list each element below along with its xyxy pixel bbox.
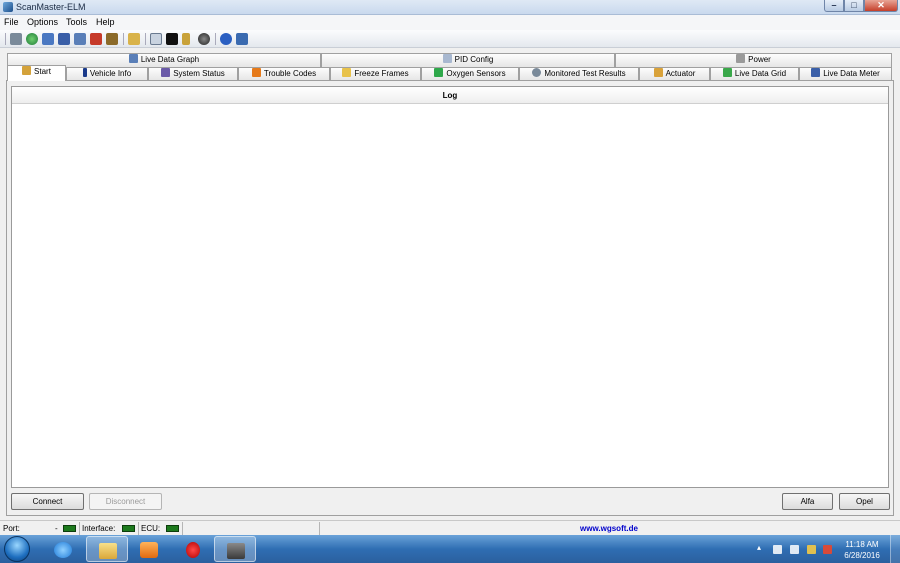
taskbar-file-explorer[interactable] (86, 536, 128, 562)
status-divider (138, 522, 139, 535)
fuel-icon[interactable] (182, 33, 190, 45)
menu-options[interactable]: Options (27, 17, 58, 27)
chart-icon (128, 54, 138, 63)
port-label: Port: (3, 524, 20, 533)
gear-icon (532, 68, 542, 77)
app-icon (3, 2, 13, 12)
monitor-icon (161, 68, 171, 77)
title-bar[interactable]: ScanMaster-ELM – □ ✕ (0, 0, 900, 15)
tab-start[interactable]: Start (7, 65, 66, 81)
show-desktop-button[interactable] (890, 535, 900, 563)
media-player-icon (140, 542, 158, 558)
taskbar-media-player[interactable] (128, 536, 170, 562)
ecu-label: ECU: (141, 524, 161, 533)
menu-file[interactable]: File (4, 17, 19, 27)
tab-pid-config[interactable]: PID Config (321, 53, 615, 67)
warning-icon (251, 68, 261, 77)
file-explorer-icon (99, 543, 117, 559)
scanmaster-icon (227, 543, 245, 559)
port-status-led (63, 525, 76, 532)
interface-label: Interface: (82, 524, 116, 533)
tab-freeze-frames[interactable]: Freeze Frames (330, 67, 421, 80)
actuator-icon (653, 68, 663, 77)
clipboard-icon[interactable] (128, 33, 140, 45)
chat-icon[interactable] (150, 33, 162, 45)
info-icon (82, 68, 87, 77)
pencil-icon (736, 54, 746, 63)
info-icon[interactable] (220, 33, 232, 45)
tray-device-icon[interactable] (773, 545, 782, 554)
menu-bar: File Options Tools Help (0, 15, 900, 30)
gear-icon[interactable] (106, 33, 118, 45)
network-icon[interactable] (807, 545, 816, 554)
tray-expand-icon[interactable]: ▴ (757, 543, 766, 552)
tab-trouble-codes[interactable]: Trouble Codes (238, 67, 330, 80)
toolbar-separator (145, 33, 146, 45)
window-title: ScanMaster-ELM (16, 2, 86, 12)
toolbar-separator (5, 33, 6, 45)
status-divider (182, 522, 183, 535)
box-icon (22, 66, 32, 75)
maximize-button[interactable]: □ (844, 0, 864, 12)
sensor-icon (434, 68, 444, 77)
disc-icon[interactable] (198, 33, 210, 45)
tab-monitored-test-results[interactable]: Monitored Test Results (519, 67, 639, 80)
wrench-icon[interactable] (10, 33, 22, 45)
clock-date[interactable]: 6/28/2016 (840, 551, 884, 560)
log-panel[interactable]: Log (11, 86, 889, 488)
document-icon[interactable] (42, 33, 54, 45)
action-center-flag-icon[interactable] (823, 545, 832, 554)
log-header: Log (12, 87, 888, 104)
globe-icon[interactable] (26, 33, 38, 45)
tab-power[interactable]: Power (615, 53, 892, 67)
website-link[interactable]: www.wgsoft.de (320, 524, 898, 533)
chart-icon[interactable] (74, 33, 86, 45)
battery-icon[interactable] (90, 33, 102, 45)
tab-system-status[interactable]: System Status (148, 67, 238, 80)
menu-tools[interactable]: Tools (66, 17, 87, 27)
port-value: - (55, 524, 58, 533)
opel-button[interactable]: Opel (839, 493, 890, 510)
close-button[interactable]: ✕ (864, 0, 898, 12)
meter-icon (811, 68, 821, 77)
menu-help[interactable]: Help (96, 17, 115, 27)
snowflake-icon (342, 68, 352, 77)
taskbar-scanmaster[interactable] (214, 536, 256, 562)
toolbar-separator (123, 33, 124, 45)
taskbar-internet-explorer[interactable] (42, 536, 84, 562)
tab-oxygen-sensors[interactable]: Oxygen Sensors (421, 67, 519, 80)
start-button[interactable] (4, 536, 30, 562)
grid-icon (722, 68, 732, 77)
terminal-icon[interactable] (166, 33, 178, 45)
connect-button[interactable]: Connect (11, 493, 84, 510)
interface-status-led (122, 525, 135, 532)
status-divider (79, 522, 80, 535)
clock-time[interactable]: 11:18 AM (840, 540, 884, 549)
grid-icon[interactable] (58, 33, 70, 45)
alfa-button[interactable]: Alfa (782, 493, 833, 510)
book-icon[interactable] (236, 33, 248, 45)
tab-live-data-grid[interactable]: Live Data Grid (710, 67, 799, 80)
ecu-status-led (166, 525, 179, 532)
document-icon (442, 54, 452, 63)
minimize-button[interactable]: – (824, 0, 844, 12)
opera-icon (186, 542, 200, 558)
tab-vehicle-info[interactable]: Vehicle Info (66, 67, 148, 80)
volume-icon[interactable] (790, 545, 799, 554)
toolbar-separator (215, 33, 216, 45)
taskbar-opera[interactable] (172, 536, 214, 562)
tab-live-data-meter[interactable]: Live Data Meter (799, 67, 892, 80)
tab-actuator[interactable]: Actuator (639, 67, 710, 80)
internet-explorer-icon (54, 542, 72, 558)
status-bar: Port: - Interface: ECU: www.wgsoft.de (0, 520, 900, 535)
toolbar (0, 30, 900, 48)
disconnect-button[interactable]: Disconnect (89, 493, 162, 510)
taskbar: ▴ 11:18 AM 6/28/2016 (0, 535, 900, 563)
